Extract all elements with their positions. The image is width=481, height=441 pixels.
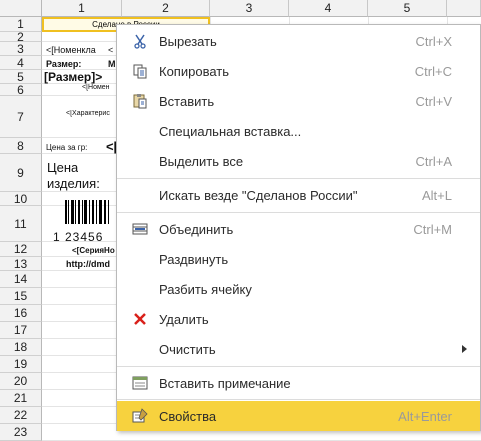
menu-shortcut: Alt+Enter bbox=[398, 408, 452, 424]
column-header-2[interactable]: 2 bbox=[122, 0, 210, 17]
barcode-image bbox=[65, 200, 109, 224]
row-header-14[interactable]: 14 bbox=[0, 271, 42, 288]
menu-label: Выделить все bbox=[159, 153, 244, 169]
merge-cells-icon bbox=[131, 220, 149, 238]
cell-price-label-1[interactable]: Цена bbox=[47, 160, 78, 175]
menu-item-expand[interactable]: Раздвинуть bbox=[117, 244, 480, 274]
select-all-corner[interactable] bbox=[0, 0, 42, 17]
menu-item-cut[interactable]: Вырезать Ctrl+X bbox=[117, 26, 480, 56]
context-menu: Вырезать Ctrl+X Копировать Ctrl+C Встави… bbox=[116, 24, 481, 431]
row-header-2[interactable]: 2 bbox=[0, 30, 42, 44]
scissors-icon bbox=[131, 32, 149, 50]
cell-r3-c2[interactable]: < bbox=[108, 45, 113, 55]
menu-shortcut: Ctrl+X bbox=[415, 33, 452, 49]
row-header-11[interactable]: 11 bbox=[0, 206, 42, 242]
row-header-12[interactable]: 12 bbox=[0, 242, 42, 257]
menu-item-select-all[interactable]: Выделить все Ctrl+A bbox=[117, 146, 480, 176]
cell-price-label-2[interactable]: изделия: bbox=[47, 176, 100, 191]
menu-label: Вставить bbox=[159, 93, 215, 109]
cell-characteristic[interactable]: <[Характерис bbox=[66, 110, 110, 117]
row-header-10[interactable]: 10 bbox=[0, 192, 42, 206]
row-header-15[interactable]: 15 bbox=[0, 288, 42, 305]
submenu-arrow-icon bbox=[462, 345, 467, 353]
delete-icon bbox=[131, 310, 149, 328]
row-header-6[interactable]: 6 bbox=[0, 83, 42, 97]
column-header-5[interactable]: 5 bbox=[368, 0, 447, 17]
menu-item-insert-note[interactable]: Вставить примечание bbox=[117, 368, 480, 398]
row-header-18[interactable]: 18 bbox=[0, 339, 42, 356]
note-icon bbox=[131, 374, 149, 392]
cell-nomenclature[interactable]: <[Номенкла bbox=[46, 45, 96, 55]
column-header-3[interactable]: 3 bbox=[210, 0, 289, 17]
menu-label: Раздвинуть bbox=[159, 251, 229, 267]
cell-size-label[interactable]: Размер: bbox=[46, 59, 81, 69]
row-header-9[interactable]: 9 bbox=[0, 154, 42, 192]
column-header-4[interactable]: 4 bbox=[289, 0, 368, 17]
row-header-21[interactable]: 21 bbox=[0, 390, 42, 407]
menu-label: Разбить ячейку bbox=[159, 281, 252, 297]
menu-item-search-everywhere[interactable]: Искать везде "Сделанов России" Alt+L bbox=[117, 180, 480, 210]
menu-shortcut: Alt+L bbox=[422, 187, 452, 203]
row-header-19[interactable]: 19 bbox=[0, 356, 42, 373]
menu-label: Вырезать bbox=[159, 33, 217, 49]
menu-separator bbox=[117, 212, 480, 213]
menu-separator bbox=[117, 366, 480, 367]
cell-nomenclature-2[interactable]: <[Номен bbox=[82, 84, 110, 91]
menu-shortcut: Ctrl+A bbox=[415, 153, 452, 169]
menu-label: Вставить примечание bbox=[159, 375, 291, 391]
column-header-6[interactable] bbox=[447, 0, 481, 17]
menu-label: Очистить bbox=[159, 341, 216, 357]
menu-item-delete[interactable]: Удалить bbox=[117, 304, 480, 334]
row-header-8[interactable]: 8 bbox=[0, 138, 42, 154]
menu-shortcut: Ctrl+C bbox=[414, 63, 452, 79]
menu-label: Искать везде "Сделанов России" bbox=[159, 187, 358, 203]
menu-shortcut: Ctrl+V bbox=[415, 93, 452, 109]
menu-item-clear[interactable]: Очистить bbox=[117, 334, 480, 364]
cell-r4-c2[interactable]: М bbox=[108, 59, 116, 69]
menu-separator bbox=[117, 399, 480, 400]
copy-icon bbox=[131, 62, 149, 80]
cell-url[interactable]: http://dmd bbox=[66, 259, 110, 269]
row-header-7[interactable]: 7 bbox=[0, 96, 42, 138]
menu-item-paste[interactable]: Вставить Ctrl+V bbox=[117, 86, 480, 116]
menu-item-paste-special[interactable]: Специальная вставка... bbox=[117, 116, 480, 146]
row-header-22[interactable]: 22 bbox=[0, 407, 42, 424]
cell-price-per-gram[interactable]: Цена за гр: bbox=[46, 143, 87, 152]
menu-item-split-cell[interactable]: Разбить ячейку bbox=[117, 274, 480, 304]
row-header-3[interactable]: 3 bbox=[0, 42, 42, 56]
menu-label: Специальная вставка... bbox=[159, 123, 302, 139]
barcode-digits: 1 23456 bbox=[53, 230, 104, 244]
row-header-20[interactable]: 20 bbox=[0, 373, 42, 390]
menu-label: Удалить bbox=[159, 311, 209, 327]
menu-label: Копировать bbox=[159, 63, 229, 79]
properties-icon bbox=[131, 407, 149, 425]
menu-item-merge[interactable]: Объединить Ctrl+M bbox=[117, 214, 480, 244]
menu-shortcut: Ctrl+M bbox=[413, 221, 452, 237]
cell-series[interactable]: <[СерияНо bbox=[72, 246, 115, 255]
menu-label: Объединить bbox=[159, 221, 234, 237]
menu-item-properties[interactable]: Свойства Alt+Enter bbox=[117, 401, 480, 431]
row-header-13[interactable]: 13 bbox=[0, 257, 42, 271]
cell-size-value[interactable]: [Размер]> bbox=[44, 70, 102, 84]
menu-separator bbox=[117, 178, 480, 179]
menu-label: Свойства bbox=[159, 408, 217, 424]
row-header-16[interactable]: 16 bbox=[0, 305, 42, 322]
row-header-4[interactable]: 4 bbox=[0, 56, 42, 70]
row-header-17[interactable]: 17 bbox=[0, 322, 42, 339]
column-header-1[interactable]: 1 bbox=[42, 0, 122, 17]
menu-item-copy[interactable]: Копировать Ctrl+C bbox=[117, 56, 480, 86]
row-header-23[interactable]: 23 bbox=[0, 424, 42, 441]
paste-icon bbox=[131, 92, 149, 110]
